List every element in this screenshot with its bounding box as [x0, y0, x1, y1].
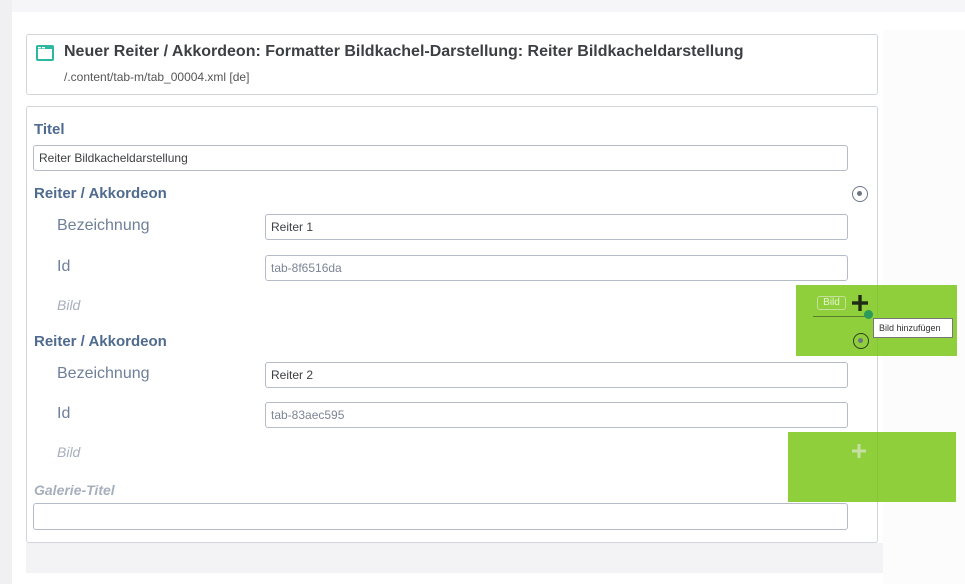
left-strip	[0, 0, 12, 584]
section-1-label: Reiter / Akkordeon	[34, 185, 167, 202]
highlight-overlay	[788, 432, 956, 502]
bezeichnung-1-input[interactable]: Reiter 1	[265, 214, 848, 240]
id-2-input[interactable]: tab-83aec595	[265, 402, 848, 428]
section-menu-icon[interactable]	[853, 333, 869, 349]
bezeichnung-2-input[interactable]: Reiter 2	[265, 362, 848, 388]
bezeichnung-1-label: Bezeichnung	[57, 217, 150, 234]
id-2-label: Id	[57, 405, 71, 422]
galerie-titel-label: Galerie-Titel	[34, 482, 115, 498]
section-menu-icon[interactable]	[852, 186, 868, 202]
bezeichnung-2-label: Bezeichnung	[57, 365, 150, 382]
galerie-titel-input[interactable]	[33, 503, 848, 530]
editor-window-icon	[36, 45, 54, 61]
resource-path: /.content/tab-m/tab_00004.xml [de]	[64, 70, 250, 84]
mouse-cursor-icon	[864, 310, 873, 319]
highlight-divider	[813, 316, 869, 317]
editor-title: Neuer Reiter / Akkordeon: Formatter Bild…	[64, 43, 744, 60]
titel-label: Titel	[34, 121, 65, 138]
top-strip	[0, 0, 965, 12]
titel-input[interactable]: Reiter Bildkacheldarstellung	[33, 145, 848, 171]
form-panel	[26, 106, 878, 543]
bild-1-label: Bild	[57, 297, 81, 313]
bottom-strip	[26, 543, 883, 573]
add-image-icon[interactable]	[851, 443, 867, 459]
bild-2-label: Bild	[57, 444, 81, 460]
id-1-label: Id	[57, 258, 71, 275]
id-1-input[interactable]: tab-8f6516da	[265, 255, 848, 281]
tooltip: Bild hinzufügen	[873, 318, 953, 338]
bild-badge: Bild	[817, 296, 846, 310]
section-2-label: Reiter / Akkordeon	[34, 333, 167, 350]
